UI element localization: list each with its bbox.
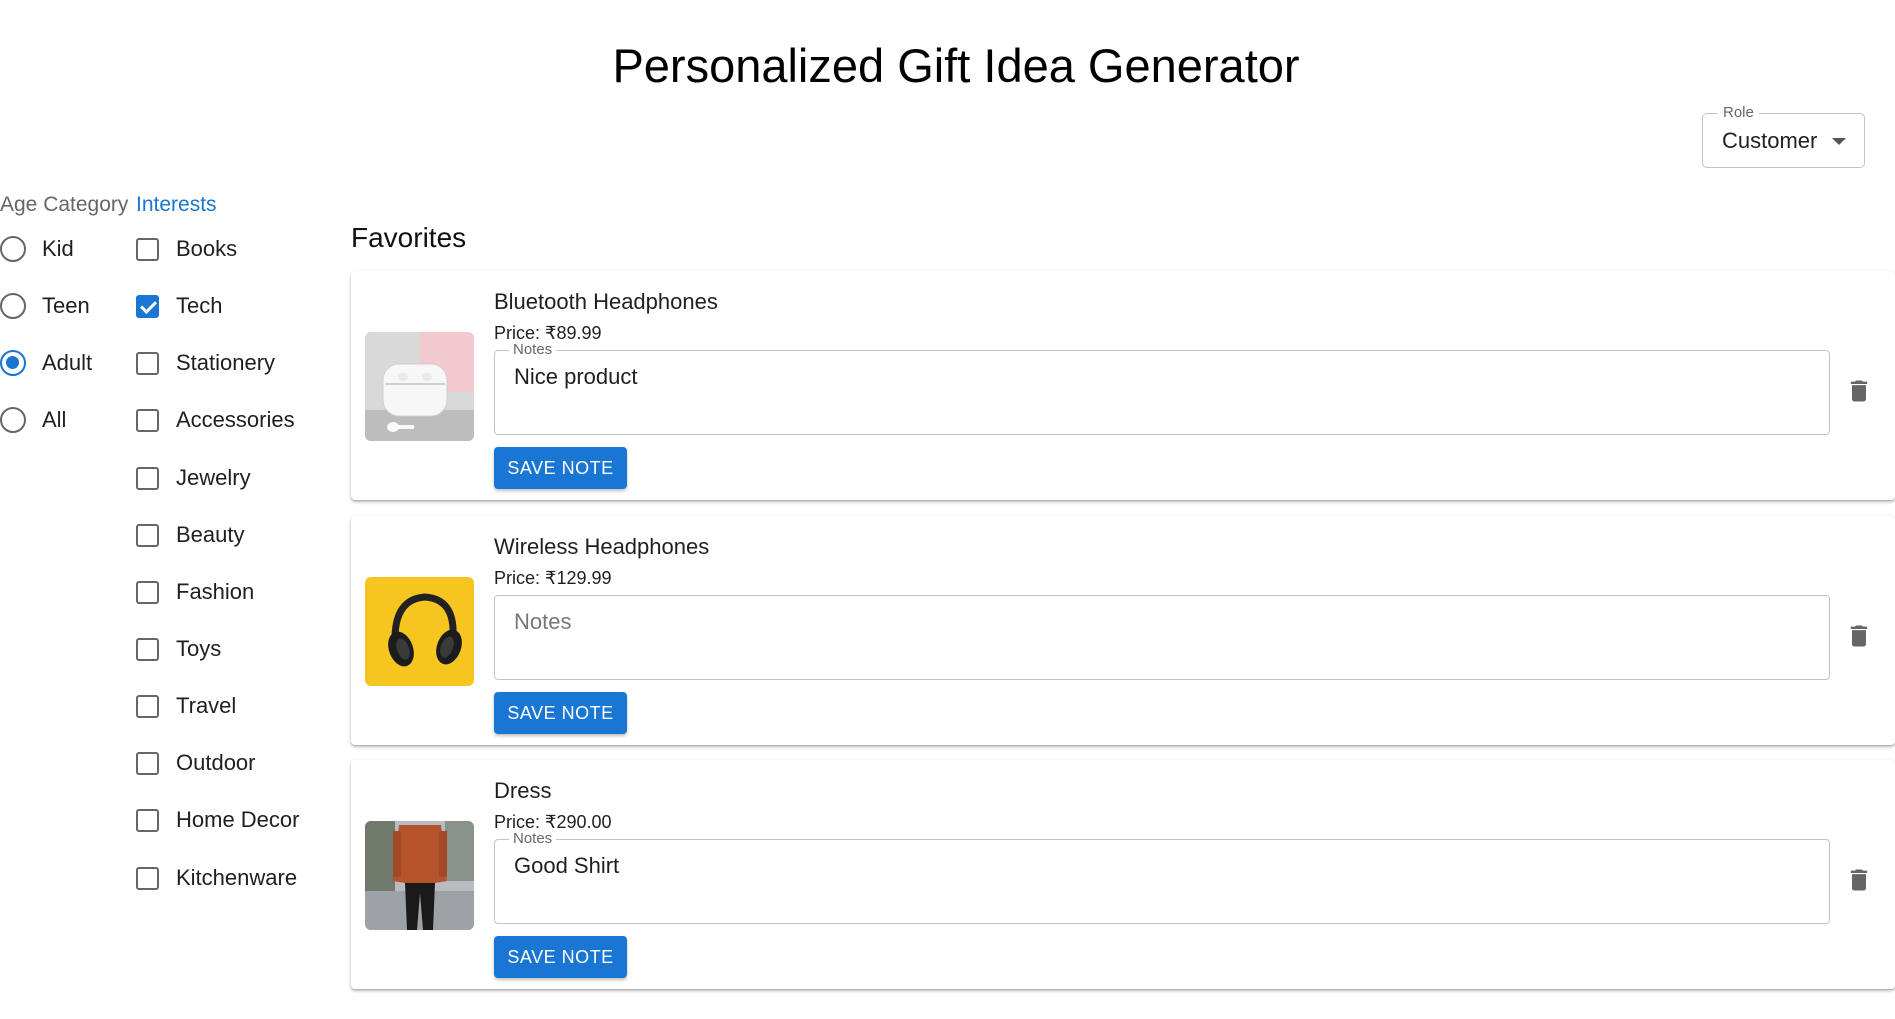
favorites-heading: Favorites — [351, 222, 467, 253]
save-note-button[interactable]: SAVE NOTE — [494, 936, 627, 978]
product-name: Dress — [494, 778, 552, 803]
interest-fashion[interactable]: Fashion — [136, 572, 254, 612]
product-price: Price: ₹129.99 — [494, 568, 612, 588]
radio-button[interactable] — [0, 236, 26, 262]
chevron-down-icon — [1832, 138, 1846, 145]
save-note-button[interactable]: SAVE NOTE — [494, 447, 627, 489]
notes-label: Notes — [509, 341, 557, 358]
interest-label: Outdoor — [176, 750, 256, 775]
interest-beauty[interactable]: Beauty — [136, 515, 245, 555]
interest-kitchenware[interactable]: Kitchenware — [136, 858, 297, 898]
interest-travel[interactable]: Travel — [136, 686, 236, 726]
page-title: Personalized Gift Idea Generator — [612, 39, 1300, 92]
interest-label: Home Decor — [176, 807, 300, 832]
age-radio-adult[interactable]: Adult — [0, 343, 92, 383]
interest-label: Jewelry — [176, 465, 251, 490]
age-option-label: All — [42, 407, 67, 432]
checkbox[interactable] — [136, 751, 159, 775]
interest-label: Kitchenware — [176, 865, 298, 890]
notes-field[interactable]: Notes — [494, 595, 1830, 680]
interest-toys[interactable]: Toys — [136, 629, 221, 669]
role-select[interactable]: Role Customer — [1702, 104, 1865, 168]
interest-label: Accessories — [176, 407, 295, 432]
interest-label: Toys — [176, 636, 222, 661]
earbuds-image — [365, 332, 474, 441]
notes-placeholder: Notes — [514, 609, 572, 634]
interest-label: Stationery — [176, 350, 276, 375]
age-radio-teen[interactable]: Teen — [0, 286, 90, 326]
product-name: Bluetooth Headphones — [494, 289, 718, 314]
checkbox[interactable] — [136, 351, 159, 375]
age-radio-kid[interactable]: Kid — [0, 229, 74, 269]
checkbox[interactable] — [136, 637, 159, 661]
age-category-legend: Age Category — [0, 193, 129, 216]
checkbox[interactable] — [136, 866, 159, 890]
favorite-card: Dress Price: ₹290.00 Notes Good Shirt SA… — [351, 760, 1895, 989]
age-option-label: Kid — [42, 236, 74, 261]
favorite-card: Wireless Headphones Price: ₹129.99 Notes… — [351, 516, 1895, 745]
delete-icon[interactable] — [1845, 863, 1873, 897]
age-option-label: Teen — [42, 293, 90, 318]
checkbox[interactable] — [136, 466, 159, 490]
notes-field[interactable]: Notes Nice product — [494, 341, 1830, 435]
interest-books[interactable]: Books — [136, 229, 237, 269]
interests-legend: Interests — [136, 193, 217, 216]
notes-label: Notes — [509, 830, 557, 847]
checkbox[interactable] — [136, 523, 159, 547]
interest-label: Tech — [176, 293, 223, 318]
checkbox[interactable] — [136, 694, 159, 718]
checkbox-checked[interactable] — [136, 294, 159, 318]
shirt-model-image — [365, 821, 474, 930]
notes-value[interactable]: Good Shirt — [514, 853, 619, 879]
checkbox[interactable] — [136, 580, 159, 604]
interest-home-decor[interactable]: Home Decor — [136, 800, 299, 840]
notes-field[interactable]: Notes Good Shirt — [494, 830, 1830, 924]
save-note-button[interactable]: SAVE NOTE — [494, 692, 627, 734]
interest-tech[interactable]: Tech — [136, 286, 222, 326]
age-option-label: Adult — [42, 350, 93, 375]
delete-icon[interactable] — [1845, 619, 1873, 653]
checkbox[interactable] — [136, 408, 159, 432]
headphones-image — [365, 577, 474, 686]
radio-button[interactable] — [0, 293, 26, 319]
checkbox[interactable] — [136, 808, 159, 832]
interest-jewelry[interactable]: Jewelry — [136, 458, 251, 498]
product-name: Wireless Headphones — [494, 534, 710, 559]
interest-label: Books — [176, 236, 238, 261]
interest-accessories[interactable]: Accessories — [136, 400, 295, 440]
favorite-card: Bluetooth Headphones Price: ₹89.99 Notes… — [351, 271, 1895, 500]
interest-label: Fashion — [176, 579, 255, 604]
interest-label: Beauty — [176, 522, 245, 547]
role-select-value: Customer — [1722, 128, 1818, 153]
interest-outdoor[interactable]: Outdoor — [136, 743, 256, 783]
radio-button-selected[interactable] — [0, 350, 26, 376]
interest-label: Travel — [176, 693, 237, 718]
age-radio-all[interactable]: All — [0, 400, 66, 440]
interest-stationery[interactable]: Stationery — [136, 343, 275, 383]
radio-button[interactable] — [0, 407, 26, 433]
delete-icon[interactable] — [1845, 374, 1873, 408]
role-select-label: Role — [1718, 104, 1759, 121]
checkbox[interactable] — [136, 237, 159, 261]
notes-value[interactable]: Nice product — [514, 364, 638, 390]
